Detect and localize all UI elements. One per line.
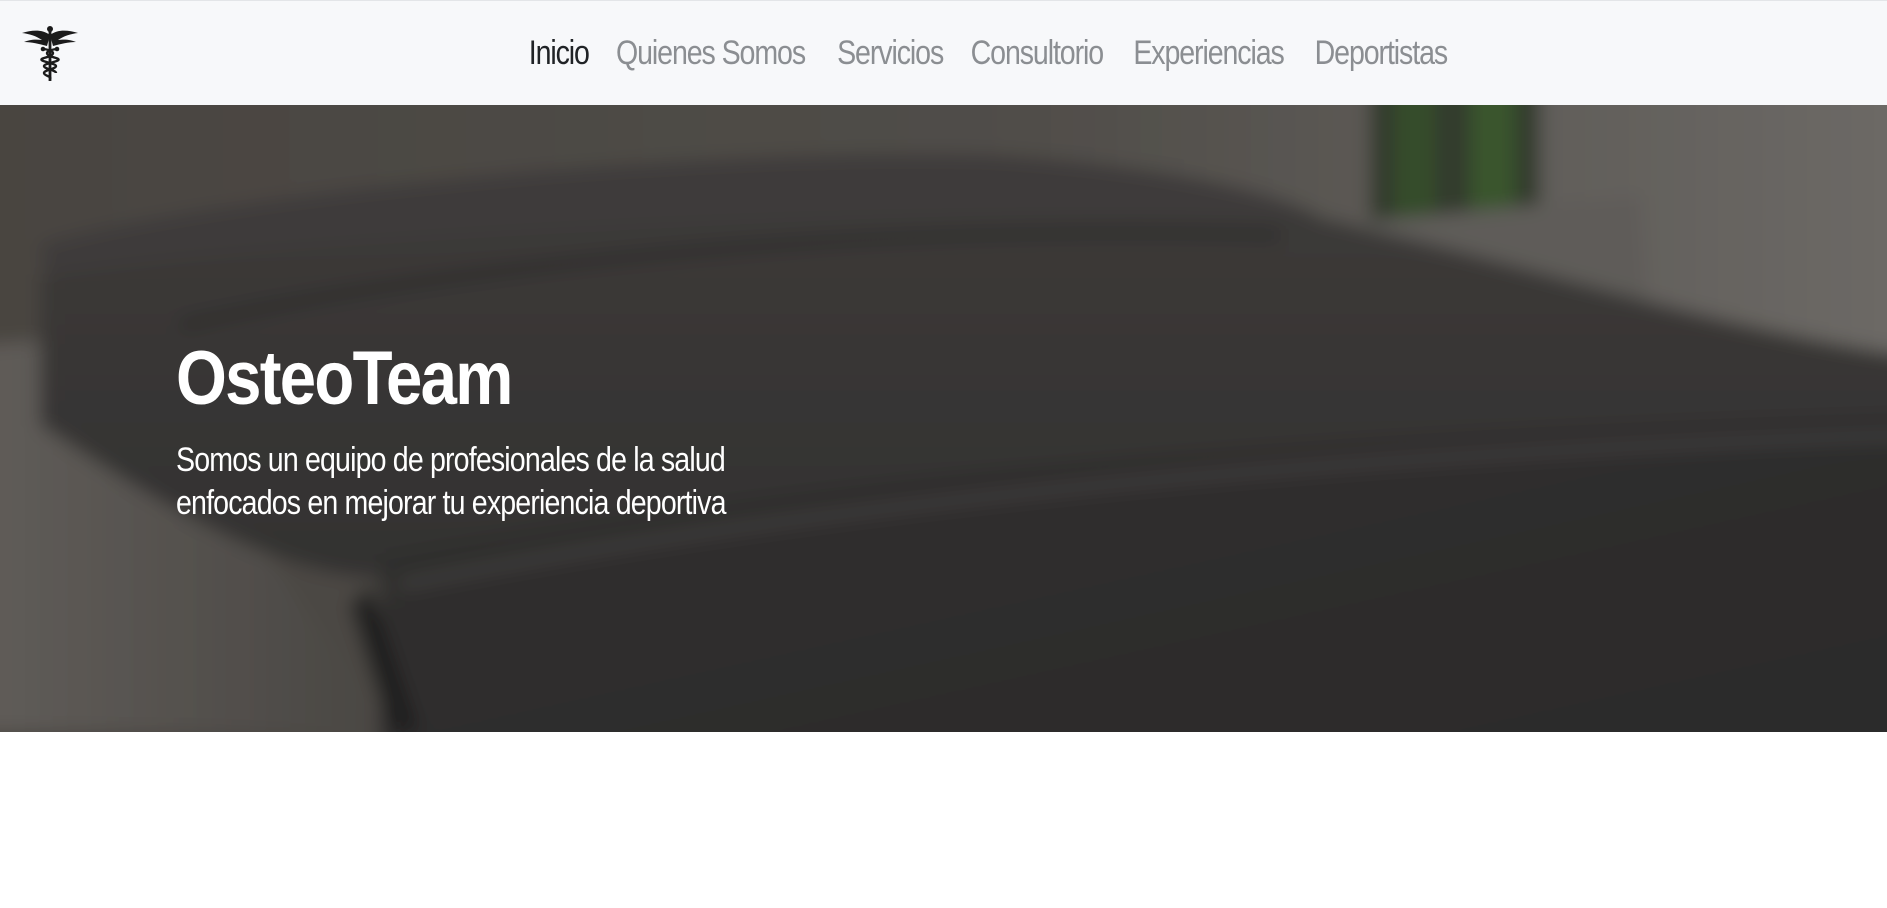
hero-banner: OsteoTeam Somos un equipo de profesional… [0,105,1887,732]
hero-subtitle-line-1: Somos un equipo de profesionales de la s… [176,441,726,479]
nav-link-quienes-somos[interactable]: Quienes Somos [616,34,806,73]
nav-link-experiencias[interactable]: Experiencias [1134,34,1286,73]
hero-title: OsteoTeam [176,336,513,421]
nav-link-consultorio[interactable]: Consultorio [970,34,1104,73]
hero-subtitle: Somos un equipo de profesionales de la s… [176,439,726,525]
navbar: Inicio Quienes Somos Servicios Consultor… [0,0,1887,105]
hero-content: OsteoTeam Somos un equipo de profesional… [176,341,876,525]
nav-link-inicio[interactable]: Inicio [529,34,590,73]
nav-link-servicios[interactable]: Servicios [838,34,945,73]
nav-link-deportistas[interactable]: Deportistas [1315,34,1449,73]
main-nav: Inicio Quienes Somos Servicios Consultor… [0,1,1887,106]
hero-subtitle-line-2: enfocados en mejorar tu experiencia depo… [176,484,726,522]
